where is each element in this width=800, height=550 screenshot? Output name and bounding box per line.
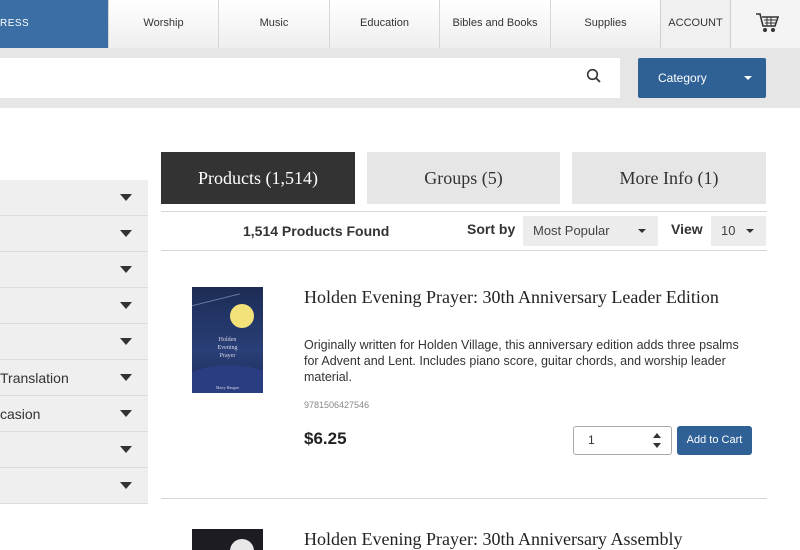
product-title-link[interactable]: Holden Evening Prayer: 30th Anniversary … [304, 287, 744, 308]
search-icon[interactable] [586, 68, 602, 89]
stepper-up-icon[interactable] [653, 433, 661, 438]
chevron-down-icon [638, 229, 646, 233]
chevron-down-icon [120, 446, 132, 453]
shopping-cart-icon [756, 13, 779, 32]
chevron-down-icon [744, 76, 752, 80]
filter-label: casion [0, 406, 41, 422]
cover-author: Marty Haugen [215, 385, 240, 390]
product-description: Originally written for Holden Village, t… [304, 338, 739, 384]
view-label: View [671, 221, 703, 237]
filter-row[interactable] [0, 216, 148, 252]
tab-more-info[interactable]: More Info (1) [572, 152, 766, 204]
product-cover-image[interactable]: Holden Evening Prayer Marty Haugen [192, 287, 263, 393]
cover-title-line: Evening [217, 345, 238, 351]
product-title-link[interactable]: Holden Evening Prayer: 30th Anniversary … [304, 529, 774, 550]
divider [161, 498, 767, 499]
chevron-down-icon [120, 338, 132, 345]
nav-item-education[interactable]: Education [329, 0, 439, 48]
chevron-down-icon [120, 374, 132, 381]
cover-title-line: Holden [218, 337, 237, 343]
product-isbn: 9781506427546 [304, 400, 370, 410]
category-dropdown[interactable]: Category [638, 58, 766, 98]
stepper-down-icon[interactable] [653, 443, 661, 448]
view-value: 10 [721, 223, 736, 238]
category-label: Category [658, 71, 707, 85]
quantity-stepper[interactable]: 1 [573, 426, 672, 455]
filter-label: Translation [0, 370, 69, 386]
chevron-down-icon [120, 302, 132, 309]
account-link[interactable]: ACCOUNT [660, 0, 730, 48]
search-input[interactable] [0, 58, 620, 98]
nav-item-music[interactable]: Music [218, 0, 329, 48]
search-bar: Category [0, 48, 800, 108]
product-price: $6.25 [304, 429, 347, 448]
cover-title-line: Prayer [219, 353, 236, 359]
filter-row[interactable] [0, 432, 148, 468]
quantity-value: 1 [588, 433, 595, 447]
filter-row-translation[interactable]: Translation [0, 360, 148, 396]
results-toolbar: 1,514 Products Found Sort by Most Popula… [161, 211, 767, 251]
chevron-down-icon [746, 229, 754, 233]
filter-row[interactable] [0, 180, 148, 216]
add-to-cart-button[interactable]: Add to Cart [677, 426, 752, 455]
filter-row[interactable] [0, 324, 148, 360]
filter-row-occasion[interactable]: casion [0, 396, 148, 432]
sort-select[interactable]: Most Popular [523, 216, 658, 246]
results-count: 1,514 Products Found [243, 223, 390, 239]
tab-groups[interactable]: Groups (5) [367, 152, 560, 204]
sort-value: Most Popular [533, 223, 610, 238]
chevron-down-icon [120, 194, 132, 201]
tab-products[interactable]: Products (1,514) [161, 152, 355, 204]
filter-row[interactable] [0, 252, 148, 288]
chevron-down-icon [120, 266, 132, 273]
nav-item-worship[interactable]: Worship [108, 0, 218, 48]
chevron-down-icon [120, 230, 132, 237]
filter-row[interactable] [0, 468, 148, 504]
nav-item-bibles-and-books[interactable]: Bibles and Books [439, 0, 550, 48]
cover-moon [230, 539, 254, 550]
top-navigation: RESS Worship Music Education Bibles and … [0, 0, 800, 48]
chevron-down-icon [120, 482, 132, 489]
chevron-down-icon [120, 410, 132, 417]
view-select[interactable]: 10 [711, 216, 766, 246]
cart-button[interactable] [730, 0, 800, 48]
cover-moon [230, 304, 254, 328]
nav-item-supplies[interactable]: Supplies [550, 0, 660, 48]
product-cover-image[interactable] [192, 529, 263, 550]
sort-label: Sort by [467, 221, 516, 237]
filter-row[interactable] [0, 288, 148, 324]
brand-logo[interactable]: RESS [0, 0, 108, 48]
filter-sidebar: Translation casion [0, 180, 148, 504]
